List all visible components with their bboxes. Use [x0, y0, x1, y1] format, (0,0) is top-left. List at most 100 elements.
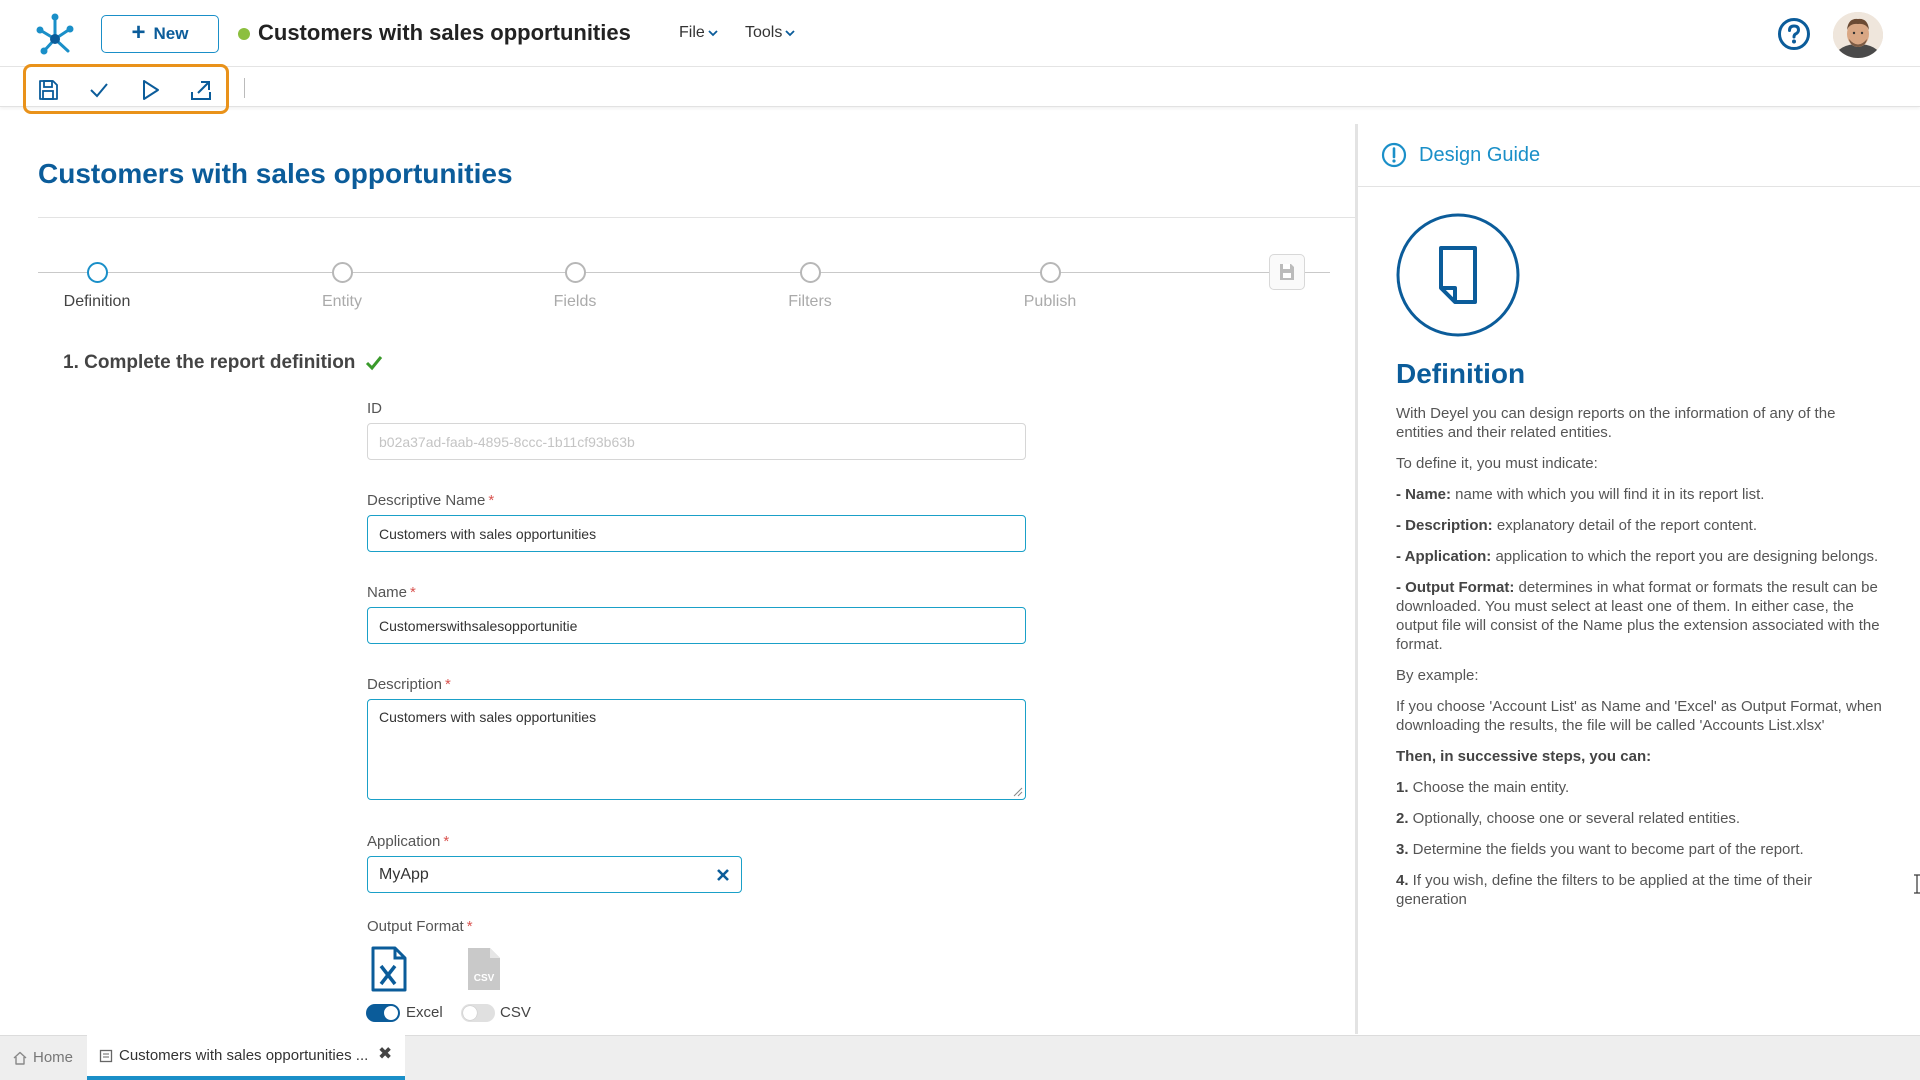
excel-file-icon[interactable] — [370, 946, 408, 992]
validate-button[interactable] — [85, 76, 113, 104]
user-avatar[interactable] — [1833, 12, 1883, 58]
play-icon — [143, 80, 159, 100]
application-select[interactable]: MyApp — [367, 856, 742, 893]
tab-home[interactable]: Home — [0, 1035, 86, 1080]
chevron-down-icon — [785, 30, 795, 37]
guide-step: 3. Determine the fields you want to beco… — [1396, 841, 1804, 858]
descriptive-name-value: Customers with sales opportunities — [379, 525, 597, 542]
tab-report-label: Customers with sales opportunities ... — [119, 1047, 369, 1064]
info-icon — [1381, 142, 1407, 168]
step-fields[interactable]: Fields — [515, 262, 635, 311]
id-label: ID — [367, 400, 382, 417]
description-label: Description * — [367, 676, 451, 693]
csv-toggle[interactable] — [461, 1004, 495, 1022]
guide-panel-border — [1355, 124, 1358, 1034]
step-label: Fields — [553, 293, 597, 310]
deyel-logo-icon[interactable] — [34, 13, 76, 55]
status-dot — [238, 28, 250, 40]
toolbar — [0, 67, 1920, 107]
excel-toggle[interactable] — [366, 1004, 400, 1022]
avatar-image — [1833, 12, 1883, 58]
home-icon — [13, 1051, 27, 1065]
step-definition[interactable]: Definition — [37, 262, 157, 311]
guide-body: With Deyel you can design reports on the… — [1396, 404, 1886, 921]
document-icon — [1396, 213, 1520, 337]
description-value: Customers with sales opportunities — [379, 709, 597, 725]
save-button[interactable] — [34, 76, 62, 104]
file-menu[interactable]: File — [679, 24, 718, 42]
tools-menu[interactable]: Tools — [745, 24, 795, 42]
guide-item-application: - Application: application to which the … — [1396, 548, 1879, 565]
run-button[interactable] — [136, 76, 164, 104]
step-circle — [1039, 262, 1061, 283]
guide-item-output-format: - Output Format: determines in what form… — [1396, 579, 1880, 653]
chevron-down-icon — [708, 30, 718, 37]
resize-grip-icon[interactable] — [1013, 787, 1023, 797]
checkmark-icon — [366, 356, 383, 371]
toolbar-separator — [244, 78, 245, 98]
id-value: b02a37ad-faab-4895-8ccc-1b11cf93b63b — [379, 433, 635, 450]
step-label: Publish — [1023, 293, 1077, 310]
guide-step: 1. Choose the main entity. — [1396, 779, 1570, 796]
design-guide-header: Design Guide — [1381, 142, 1540, 168]
descriptive-name-label: Descriptive Name * — [367, 492, 495, 509]
descriptive-name-input[interactable]: Customers with sales opportunities — [367, 515, 1026, 552]
guide-paragraph: If you choose 'Account List' as Name and… — [1396, 698, 1882, 734]
design-guide-title: Design Guide — [1419, 143, 1541, 166]
excel-toggle-label: Excel — [406, 1004, 443, 1021]
csv-file-icon[interactable]: CSV — [465, 946, 503, 992]
step-publish[interactable]: Publish — [990, 262, 1110, 311]
export-icon — [191, 81, 211, 100]
save-icon — [39, 80, 58, 100]
close-tab-icon[interactable]: ✖ — [378, 1044, 392, 1064]
report-icon — [99, 1049, 113, 1062]
step-label: Filters — [788, 293, 832, 310]
step-label: Entity — [321, 293, 362, 310]
document-title: Customers with sales opportunities — [258, 20, 631, 45]
section-heading: 1. Complete the report definition — [63, 352, 383, 374]
new-button[interactable]: + New — [101, 15, 219, 53]
check-icon — [90, 83, 108, 98]
step-filters[interactable]: Filters — [750, 262, 870, 311]
step-save-button[interactable] — [1269, 254, 1305, 290]
tab-home-label: Home — [32, 1049, 73, 1066]
section-heading-text: 1. Complete the report definition — [63, 352, 356, 373]
guide-step: 2. Optionally, choose one or several rel… — [1396, 810, 1741, 827]
guide-section-title: Definition — [1396, 358, 1526, 389]
application-label: Application * — [367, 833, 450, 850]
export-button[interactable] — [187, 76, 215, 104]
clear-icon[interactable] — [716, 868, 730, 882]
guide-paragraph: With Deyel you can design reports on the… — [1396, 405, 1836, 441]
name-value: Customerswithsalesopportunitie — [379, 617, 578, 634]
new-button-label: New — [153, 24, 189, 43]
output-format-label: Output Format * — [367, 918, 473, 935]
csv-toggle-label: CSV — [500, 1004, 531, 1021]
guide-paragraph: To define it, you must indicate: — [1396, 455, 1598, 472]
plus-icon: + — [131, 19, 146, 46]
step-circle — [86, 262, 108, 283]
step-circle — [564, 262, 586, 283]
file-menu-label: File — [679, 24, 705, 41]
step-circle — [331, 262, 353, 283]
id-field: b02a37ad-faab-4895-8ccc-1b11cf93b63b — [367, 423, 1026, 460]
tab-report[interactable]: Customers with sales opportunities ... — [87, 1035, 405, 1080]
description-textarea[interactable]: Customers with sales opportunities — [367, 699, 1026, 800]
step-label: Definition — [63, 293, 131, 310]
help-circle-icon[interactable] — [1777, 17, 1811, 51]
application-value: MyApp — [379, 865, 429, 883]
svg-text:CSV: CSV — [474, 973, 495, 984]
page-title: Customers with sales opportunities — [38, 158, 513, 189]
tools-menu-label: Tools — [745, 24, 783, 41]
step-circle — [799, 262, 821, 283]
step-entity[interactable]: Entity — [282, 262, 402, 311]
guide-item-description: - Description: explanatory detail of the… — [1396, 517, 1758, 534]
stepper-track — [38, 272, 1330, 273]
name-label: Name * — [367, 584, 416, 601]
guide-item-name: - Name: name with which you will find it… — [1396, 486, 1765, 503]
title-divider — [38, 217, 1355, 218]
save-icon — [1280, 264, 1294, 280]
guide-subheading: Then, in successive steps, you can: — [1396, 748, 1652, 765]
guide-step: 4. If you wish, define the filters to be… — [1396, 872, 1813, 908]
guide-paragraph: By example: — [1396, 667, 1479, 684]
name-input[interactable]: Customerswithsalesopportunitie — [367, 607, 1026, 644]
